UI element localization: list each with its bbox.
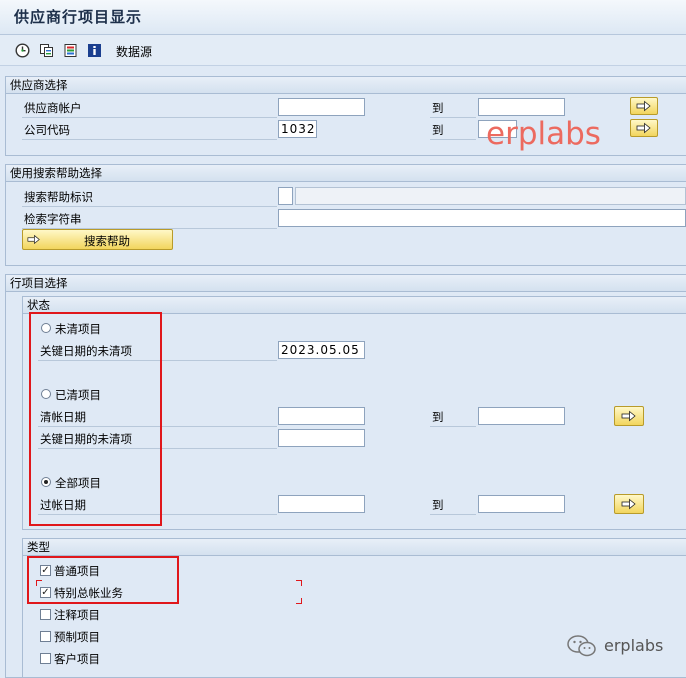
focus-corner-mark [296, 598, 302, 604]
vendor-account-label: 供应商帐户 [24, 101, 82, 115]
label-underline [430, 426, 476, 427]
arrow-right-icon [636, 100, 651, 112]
label-underline [430, 117, 476, 118]
arrow-right-icon [621, 410, 636, 422]
info-icon[interactable] [86, 42, 102, 58]
to-label: 到 [432, 410, 444, 424]
parked-items-label: 预制项目 [54, 630, 100, 644]
search-help-description-field [295, 187, 686, 205]
copy-icon[interactable] [38, 42, 54, 58]
noted-items-checkbox[interactable] [40, 609, 51, 620]
search-help-button-label: 搜索帮助 [84, 234, 130, 248]
search-help-id-input[interactable] [278, 187, 293, 205]
open-key-date-input[interactable]: 2023.05.05 [278, 341, 365, 359]
to-label: 到 [432, 498, 444, 512]
company-code-from-input[interactable]: 1032 [278, 120, 317, 138]
execute-icon[interactable] [14, 42, 30, 58]
label-underline [430, 514, 476, 515]
search-help-header: 使用搜索帮助选择 [6, 165, 686, 182]
annotation-highlight-box [27, 556, 179, 604]
parked-items-checkbox[interactable] [40, 631, 51, 642]
arrow-right-icon [621, 498, 636, 510]
arrow-right-icon [636, 122, 651, 134]
noted-items-label: 注释项目 [54, 608, 100, 622]
posting-date-multiple-selection-button[interactable] [614, 494, 644, 514]
posting-date-from-input[interactable] [278, 495, 365, 513]
annotation-highlight-box [29, 312, 162, 526]
type-header: 类型 [23, 539, 686, 556]
legend-icon[interactable] [62, 42, 78, 58]
label-underline [22, 139, 277, 140]
erplabs-watermark: erplabs [486, 116, 601, 152]
search-string-input[interactable] [278, 209, 686, 227]
vendor-account-to-input[interactable] [478, 98, 565, 116]
focus-corner-mark [36, 580, 42, 586]
label-underline [430, 139, 476, 140]
company-code-multiple-selection-button[interactable] [630, 119, 658, 137]
brand-footer: erplabs [604, 636, 664, 655]
vendor-multiple-selection-button[interactable] [630, 97, 658, 115]
focus-corner-mark [296, 580, 302, 586]
clearing-date-multiple-selection-button[interactable] [614, 406, 644, 426]
vendor-selection-header: 供应商选择 [6, 77, 686, 94]
label-underline [22, 206, 277, 207]
search-string-label: 检索字符串 [24, 212, 82, 226]
page-title: 供应商行项目显示 [14, 8, 143, 26]
clearing-date-from-input[interactable] [278, 407, 365, 425]
line-item-selection-header: 行项目选择 [6, 275, 686, 292]
customer-items-label: 客户项目 [54, 652, 100, 666]
wechat-icon [566, 634, 598, 661]
posting-date-to-input[interactable] [478, 495, 565, 513]
data-source-button[interactable]: 数据源 [116, 43, 152, 60]
search-help-id-label: 搜索帮助标识 [24, 190, 93, 204]
cleared-key-date-input[interactable] [278, 429, 365, 447]
label-underline [22, 117, 277, 118]
arrow-right-icon [27, 234, 40, 245]
vendor-account-from-input[interactable] [278, 98, 365, 116]
customer-items-checkbox[interactable] [40, 653, 51, 664]
to-label: 到 [432, 101, 444, 115]
company-code-label: 公司代码 [24, 123, 70, 137]
search-help-button[interactable]: 搜索帮助 [22, 229, 173, 250]
title-bar: 供应商行项目显示 [0, 0, 686, 35]
application-toolbar: 数据源 [0, 35, 686, 66]
to-label: 到 [432, 123, 444, 137]
clearing-date-to-input[interactable] [478, 407, 565, 425]
